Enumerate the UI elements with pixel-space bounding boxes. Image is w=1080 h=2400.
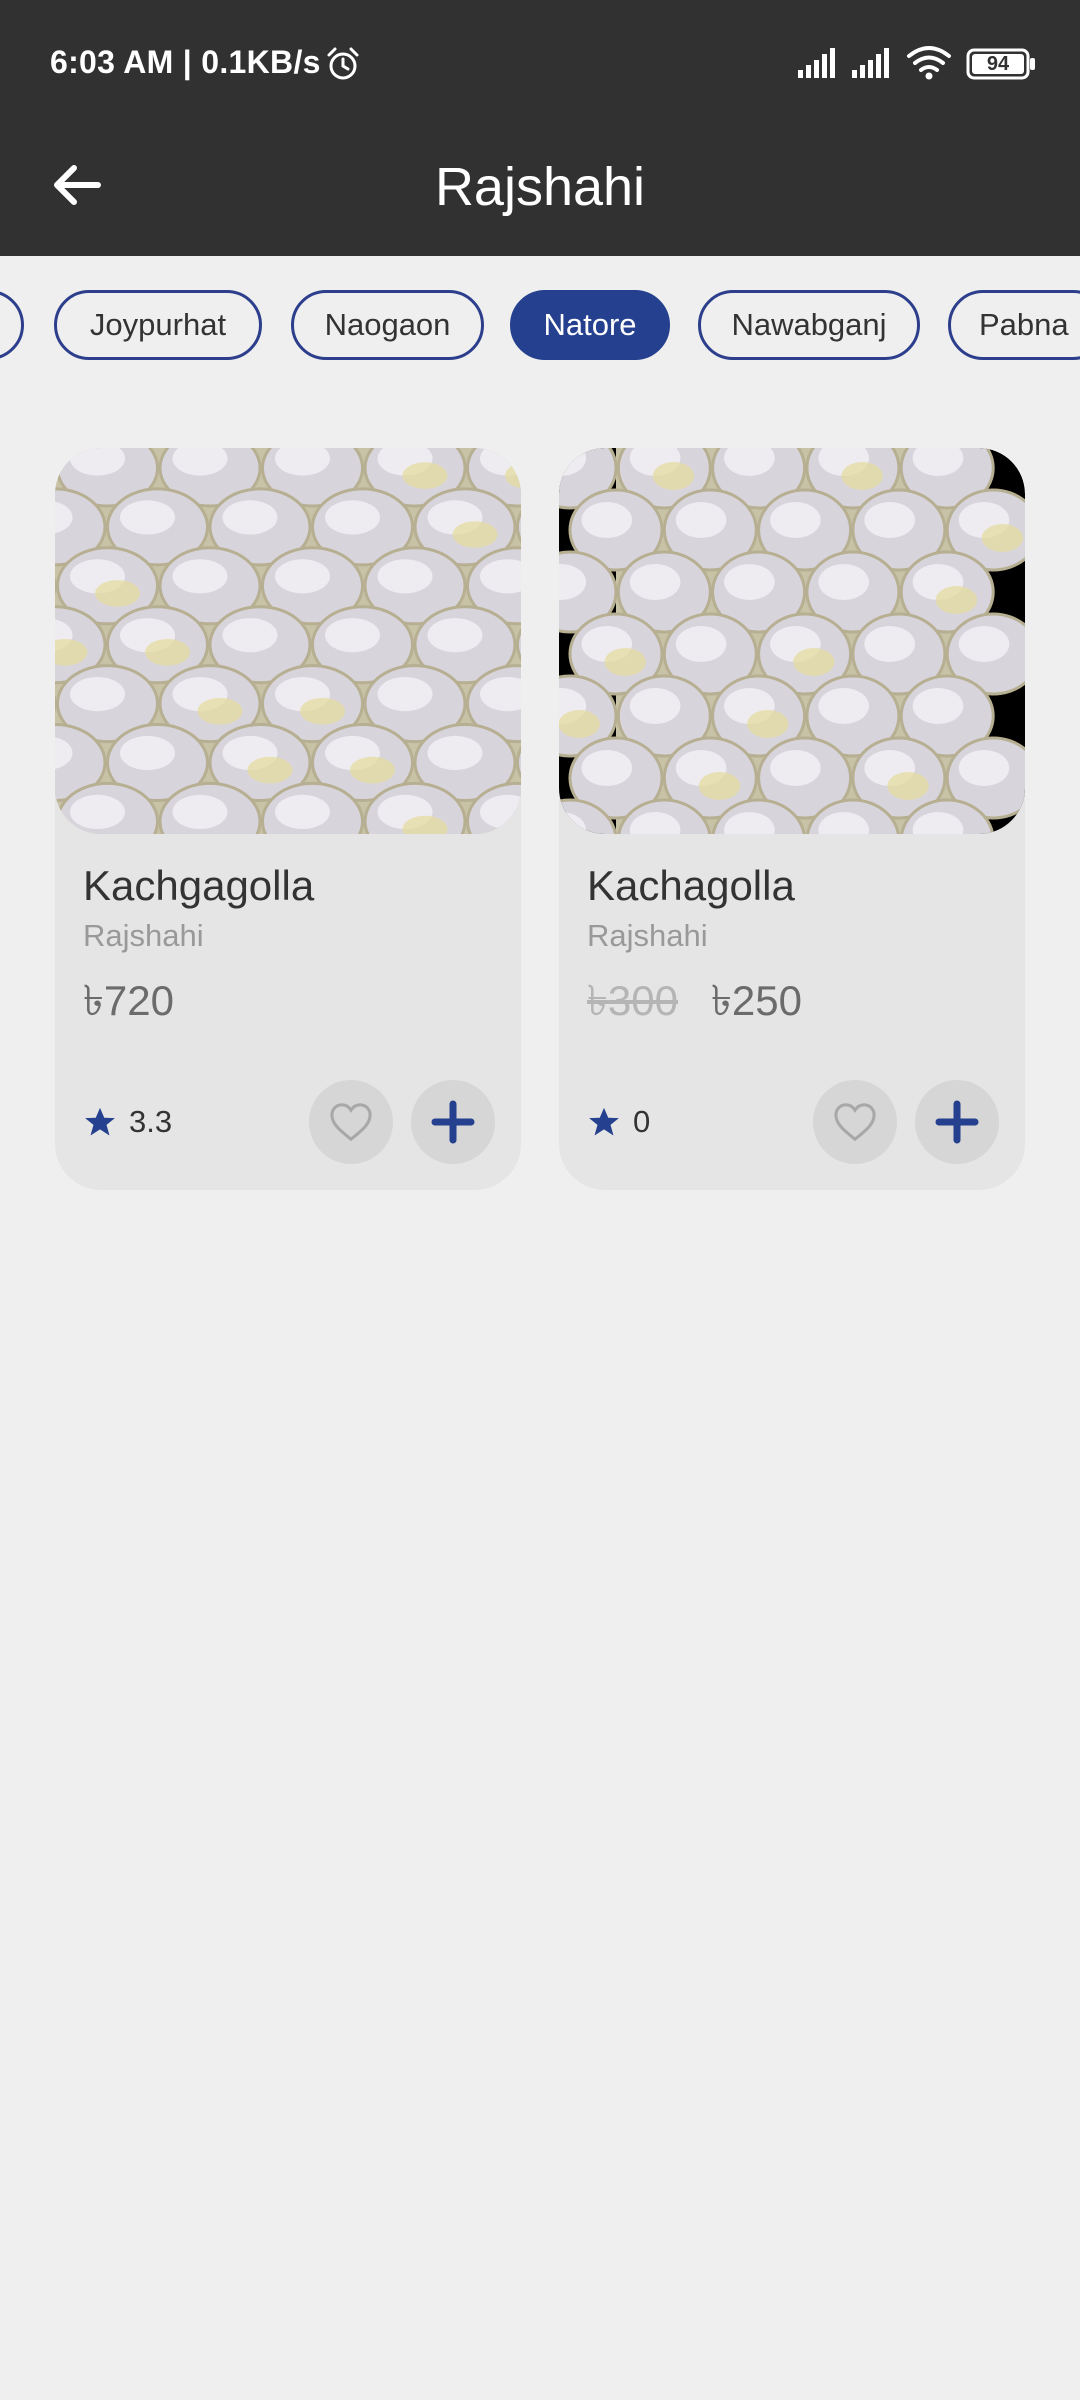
signal-icon [852,48,889,78]
product-old-price: ৳300 [587,977,678,1024]
product-price: ৳250 [711,977,802,1024]
plus-icon [935,1100,979,1144]
star-icon [589,1107,619,1136]
chip-pabna[interactable]: Pabna [948,290,1080,360]
white-sweets-photo-letterboxed [559,448,1025,834]
add-to-cart-button[interactable] [915,1080,999,1164]
chip-naogaon[interactable]: Naogaon [291,290,484,360]
favorite-button[interactable] [813,1080,897,1164]
chip-previous-district[interactable] [0,290,24,360]
product-location: Rajshahi [83,918,204,953]
add-to-cart-button[interactable] [411,1080,495,1164]
favorite-button[interactable] [309,1080,393,1164]
chip-natore[interactable]: Natore [510,290,670,360]
white-sweets-photo [55,448,521,834]
battery-level: 94 [986,53,1010,75]
product-name: Kachagolla [587,862,795,909]
star-icon [85,1107,115,1136]
product-price: ৳720 [83,977,174,1024]
app-bar: Rajshahi [0,128,1080,256]
rating-value: 0 [633,1104,651,1139]
status-bar: 6:03 AM | 0.1KB/s 94 [0,0,1080,128]
plus-icon [431,1100,475,1144]
product-card[interactable]: Kachagolla Rajshahi ৳300 ৳250 0 [559,448,1025,1190]
chip-nawabganj[interactable]: Nawabganj [698,290,920,360]
signal-icon [798,48,835,78]
chip-joypurhat[interactable]: Joypurhat [54,290,262,360]
page-title: Rajshahi [434,157,646,217]
wifi-icon [907,46,951,80]
heart-icon [834,1103,876,1142]
product-image[interactable] [559,448,1025,834]
alarm-icon [327,47,359,80]
product-rating: 3.3 [83,1104,172,1140]
product-name: Kachgagolla [83,862,315,909]
product-card[interactable]: Kachgagolla Rajshahi ৳720 3.3 [55,448,521,1190]
product-rating: 0 [587,1104,650,1140]
rating-value: 3.3 [129,1104,173,1139]
product-location: Rajshahi [587,918,708,953]
top-bar: 6:03 AM | 0.1KB/s 94 Rajshahi [0,0,1080,256]
status-time: 6:03 AM | 0.1KB/s [50,44,321,80]
heart-icon [330,1103,372,1142]
product-image[interactable] [55,448,521,834]
district-chips[interactable]: Joypurhat Naogaon Natore Nawabganj Pabna [0,290,1080,362]
